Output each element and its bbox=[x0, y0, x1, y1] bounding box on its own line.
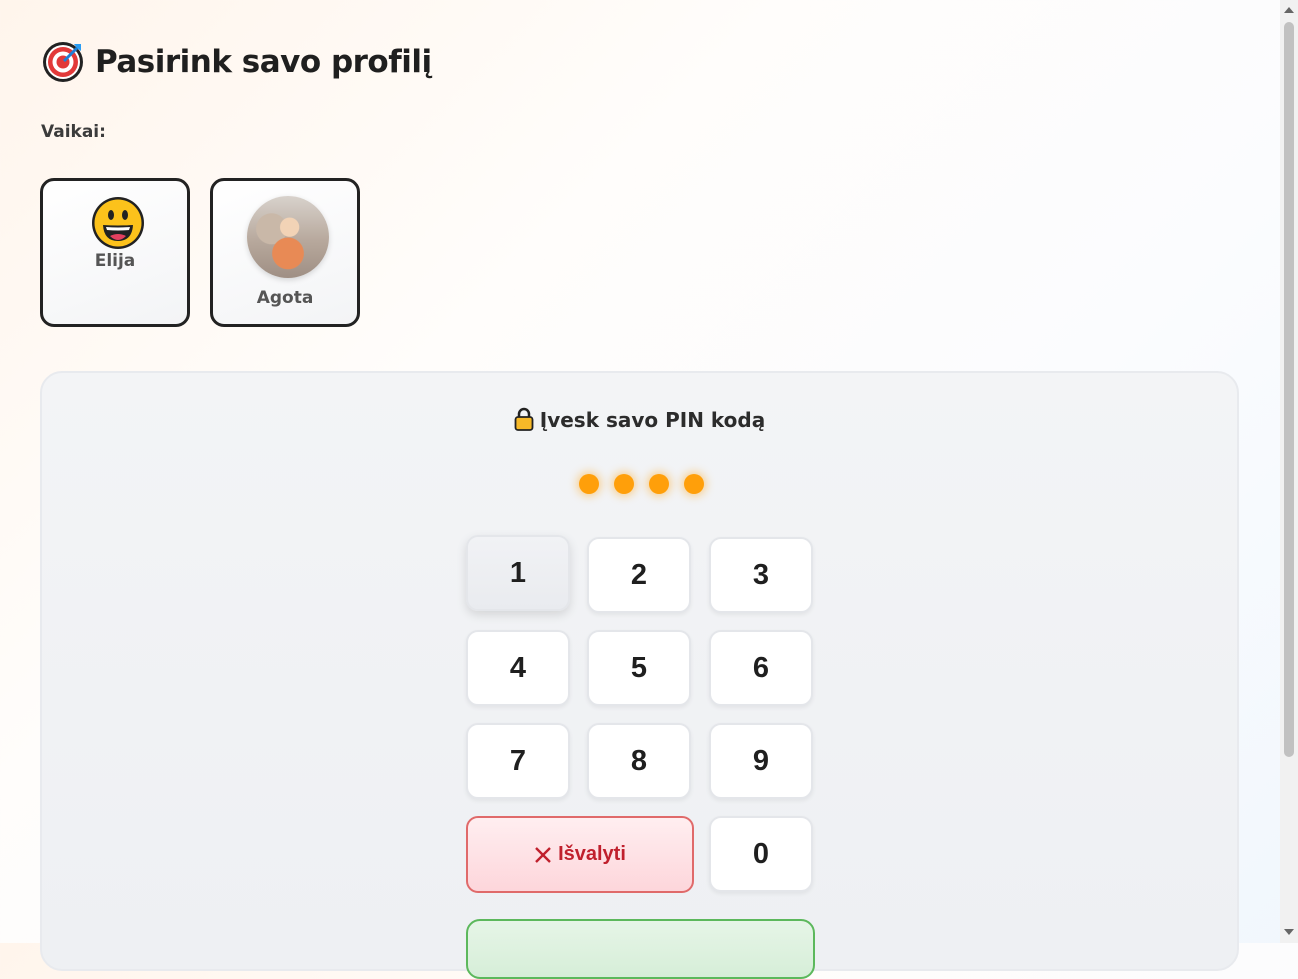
key-6[interactable]: 6 bbox=[709, 630, 813, 706]
pin-dot bbox=[614, 474, 634, 494]
vertical-scrollbar[interactable] bbox=[1280, 0, 1298, 943]
key-5[interactable]: 5 bbox=[587, 630, 691, 706]
close-icon bbox=[535, 846, 551, 863]
pin-dot bbox=[579, 474, 599, 494]
dart-target-icon bbox=[43, 42, 83, 82]
submit-button[interactable] bbox=[466, 919, 815, 979]
key-4[interactable]: 4 bbox=[466, 630, 570, 706]
lock-icon bbox=[514, 407, 534, 431]
clear-button[interactable]: Išvalyti bbox=[466, 816, 694, 893]
children-section-label: Vaikai: bbox=[41, 122, 106, 142]
key-9[interactable]: 9 bbox=[709, 723, 813, 799]
profile-card-agota[interactable]: Agota bbox=[210, 178, 360, 327]
profile-card-elija[interactable]: Elija bbox=[40, 178, 190, 327]
grinning-face-icon bbox=[92, 197, 144, 249]
pin-title-text: Įvesk savo PIN kodą bbox=[539, 408, 766, 432]
key-8[interactable]: 8 bbox=[587, 723, 691, 799]
scroll-up-arrow-icon[interactable] bbox=[1284, 7, 1294, 13]
scrollbar-thumb[interactable] bbox=[1284, 22, 1294, 757]
pin-dot bbox=[649, 474, 669, 494]
profile-name: Agota bbox=[256, 288, 314, 308]
pin-dot bbox=[684, 474, 704, 494]
page-title: Pasirink savo profilį bbox=[95, 44, 432, 80]
key-3[interactable]: 3 bbox=[709, 537, 813, 613]
clear-button-label: Išvalyti bbox=[558, 843, 626, 865]
profile-photo bbox=[247, 196, 329, 278]
pin-title: Įvesk savo PIN kodą bbox=[42, 407, 1237, 432]
key-0[interactable]: 0 bbox=[709, 816, 813, 892]
pin-entry-panel: Įvesk savo PIN kodą 1 2 3 4 5 6 7 8 9 Iš… bbox=[40, 371, 1239, 979]
profile-list: Elija Agota bbox=[40, 178, 360, 327]
profile-name: Elija bbox=[94, 251, 136, 271]
profile-select-page: Pasirink savo profilį Vaikai: Elija Agot… bbox=[0, 0, 1280, 979]
key-7[interactable]: 7 bbox=[466, 723, 570, 799]
scroll-down-arrow-icon[interactable] bbox=[1284, 929, 1294, 935]
pin-dots bbox=[579, 474, 704, 494]
key-2[interactable]: 2 bbox=[587, 537, 691, 613]
page-header: Pasirink savo profilį bbox=[41, 40, 432, 84]
key-1[interactable]: 1 bbox=[466, 535, 570, 611]
